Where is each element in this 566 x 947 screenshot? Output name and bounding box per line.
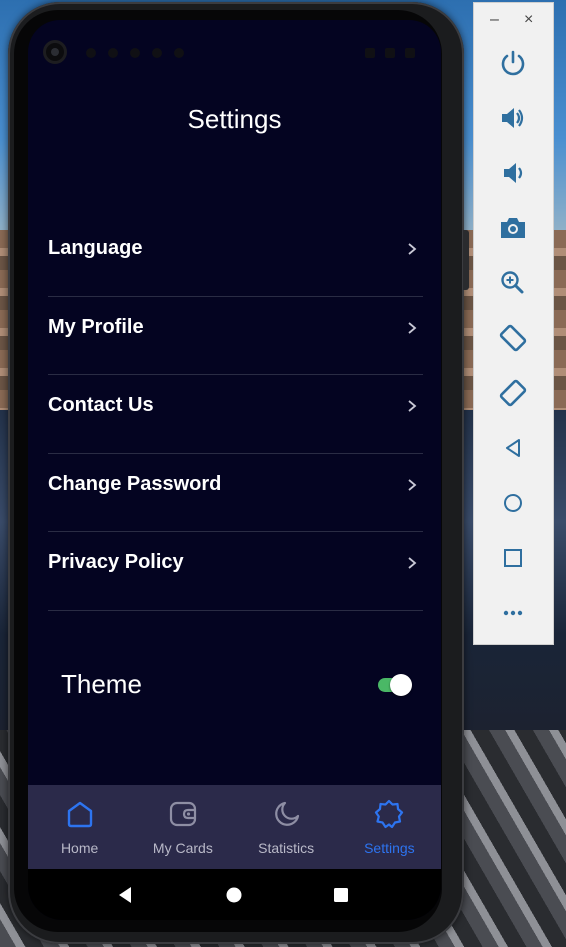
nav-label: Settings <box>364 840 415 856</box>
status-icons-left <box>86 48 184 58</box>
nav-item-settings[interactable]: Settings <box>338 785 441 869</box>
signal-icon <box>385 48 395 58</box>
nav-item-statistics[interactable]: Statistics <box>235 785 338 869</box>
close-button[interactable]: × <box>524 11 533 29</box>
android-back-button[interactable] <box>105 869 145 920</box>
chevron-right-icon <box>408 321 417 334</box>
front-camera <box>43 40 67 64</box>
camera-icon <box>501 218 525 238</box>
zoom-button[interactable] <box>496 266 530 300</box>
settings-item-my-profile[interactable]: My Profile <box>48 297 423 375</box>
nav-label: My Cards <box>152 840 213 856</box>
volume-up-icon <box>502 108 524 128</box>
volume-down-icon <box>504 163 523 183</box>
back-icon <box>119 886 131 903</box>
phone-screen: Settings Language My Profile Contact Us … <box>28 20 441 920</box>
chevron-right-icon <box>408 478 417 491</box>
emulator-toolbar: – × <box>473 2 554 645</box>
wifi-icon <box>365 48 375 58</box>
rotate-right-icon <box>499 379 527 407</box>
settings-item-privacy-policy[interactable]: Privacy Policy <box>48 532 423 611</box>
settings-item-label: Language <box>48 237 143 260</box>
home-icon <box>67 801 92 828</box>
gear-icon <box>375 799 404 829</box>
rotate-right-button[interactable] <box>496 376 530 410</box>
volume-down-button[interactable] <box>496 156 530 190</box>
settings-item-label: My Profile <box>48 315 144 338</box>
status-icons-right <box>365 48 415 58</box>
theme-label: Theme <box>61 669 142 699</box>
back-triangle-icon <box>506 439 520 457</box>
moon-chart-icon <box>275 801 300 826</box>
overview-square-icon <box>504 549 522 567</box>
rotate-left-icon <box>499 324 527 352</box>
android-home-button[interactable] <box>214 869 254 920</box>
status-icon <box>174 48 184 58</box>
android-navigation-bar <box>28 869 441 920</box>
nav-item-home[interactable]: Home <box>28 785 131 869</box>
power-icon <box>501 50 525 76</box>
wallet-icon <box>169 801 196 827</box>
screenshot-button[interactable] <box>496 211 530 245</box>
home-circle-icon <box>226 887 242 902</box>
status-icon <box>130 48 140 58</box>
settings-item-label: Contact Us <box>48 394 154 417</box>
home-circle-icon <box>504 494 522 512</box>
toggle-thumb <box>390 674 412 696</box>
settings-list: Language My Profile Contact Us Change Pa… <box>48 218 423 611</box>
status-icon <box>86 48 96 58</box>
back-button[interactable] <box>496 431 530 465</box>
chevron-right-icon <box>408 243 417 255</box>
nav-label: Home <box>60 840 99 856</box>
recents-square-icon <box>334 887 348 902</box>
status-icon <box>152 48 162 58</box>
chevron-right-icon <box>408 557 417 569</box>
status-bar <box>28 20 441 80</box>
emulator-title-bar: – × <box>474 3 553 41</box>
minimize-button[interactable]: – <box>490 11 499 29</box>
settings-item-language[interactable]: Language <box>48 218 423 297</box>
phone-side-button[interactable] <box>463 230 469 290</box>
android-recents-button[interactable] <box>321 869 361 920</box>
nav-item-my-cards[interactable]: My Cards <box>131 785 234 869</box>
bottom-nav: Home My Cards Statistics Settings <box>28 785 441 869</box>
chevron-right-icon <box>408 400 417 412</box>
nav-label: Statistics <box>258 840 315 856</box>
rotate-left-button[interactable] <box>496 321 530 355</box>
battery-icon <box>405 48 415 58</box>
more-icon <box>503 610 523 616</box>
volume-up-button[interactable] <box>496 101 530 135</box>
theme-row: Theme <box>61 665 416 705</box>
overview-button[interactable] <box>496 541 530 575</box>
settings-item-label: Privacy Policy <box>48 551 184 574</box>
status-icon <box>108 48 118 58</box>
page-title: Settings <box>187 104 282 134</box>
settings-item-contact-us[interactable]: Contact Us <box>48 375 423 454</box>
home-button[interactable] <box>496 486 530 520</box>
power-button[interactable] <box>496 46 530 80</box>
settings-item-change-password[interactable]: Change Password <box>48 454 423 532</box>
more-button[interactable] <box>496 596 530 630</box>
zoom-in-icon <box>501 271 524 294</box>
theme-toggle[interactable] <box>378 673 412 697</box>
settings-item-label: Change Password <box>48 472 222 495</box>
